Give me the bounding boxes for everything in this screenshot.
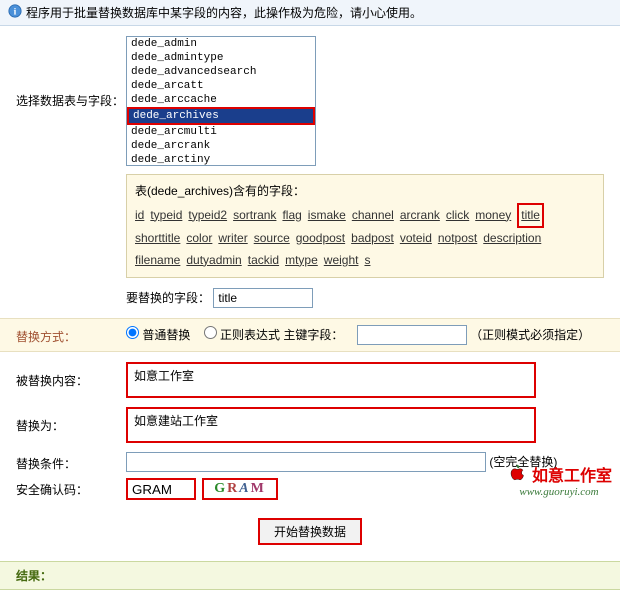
result-label: 结果： <box>0 561 620 590</box>
field-link[interactable]: description <box>483 228 541 250</box>
submit-button[interactable]: 开始替换数据 <box>258 518 362 545</box>
warning-text: 程序用于批量替换数据库中某字段的内容，此操作极为危险，请小心使用。 <box>26 4 422 21</box>
table-option[interactable]: dede_arcmulti <box>127 125 315 139</box>
field-link[interactable]: badpost <box>351 228 394 250</box>
apple-icon <box>506 461 528 486</box>
content-from-input[interactable] <box>126 362 536 398</box>
table-option[interactable]: dede_archives <box>127 107 315 125</box>
pk-field-input[interactable] <box>357 325 467 345</box>
field-link[interactable]: typeid2 <box>188 205 227 227</box>
label-select-table: 选择数据表与字段： <box>16 36 126 109</box>
field-link[interactable]: flag <box>282 205 301 227</box>
field-link[interactable]: s <box>364 250 370 272</box>
field-link[interactable]: voteid <box>400 228 432 250</box>
field-input[interactable] <box>213 288 313 308</box>
field-link[interactable]: sortrank <box>233 205 276 227</box>
field-link[interactable]: filename <box>135 250 180 272</box>
table-select[interactable]: dede_admindede_admintypedede_advancedsea… <box>126 36 316 166</box>
content-to-input[interactable] <box>126 407 536 443</box>
info-icon: i <box>8 4 22 21</box>
field-link[interactable]: goodpost <box>296 228 345 250</box>
field-link[interactable]: channel <box>352 205 394 227</box>
watermark-url: www.guoruyi.com <box>506 486 612 498</box>
field-link[interactable]: money <box>475 205 511 227</box>
field-link[interactable]: dutyadmin <box>186 250 241 272</box>
label-replace-method: 替换方式： <box>16 325 126 345</box>
table-option[interactable]: dede_admin <box>127 37 315 51</box>
field-link[interactable]: click <box>446 205 469 227</box>
field-link[interactable]: mtype <box>285 250 318 272</box>
condition-input[interactable] <box>126 452 486 472</box>
field-link[interactable]: ismake <box>308 205 346 227</box>
field-link[interactable]: weight <box>324 250 359 272</box>
field-link[interactable]: title <box>517 203 544 229</box>
radio-normal[interactable]: 普通替换 <box>126 328 190 342</box>
captcha-image[interactable]: GRAM <box>202 478 278 500</box>
label-replace-to: 替换为： <box>16 407 126 434</box>
field-link[interactable]: color <box>186 228 212 250</box>
table-option[interactable]: dede_advancedsearch <box>127 65 315 79</box>
table-option[interactable]: dede_arctiny <box>127 153 315 166</box>
field-link[interactable]: tackid <box>248 250 279 272</box>
table-option[interactable]: dede_arcatt <box>127 79 315 93</box>
table-option[interactable]: dede_admintype <box>127 51 315 65</box>
captcha-input[interactable] <box>126 478 196 500</box>
table-option[interactable]: dede_arccache <box>127 93 315 107</box>
table-option[interactable]: dede_arcrank <box>127 139 315 153</box>
label-condition: 替换条件： <box>16 452 126 472</box>
field-link[interactable]: source <box>254 228 290 250</box>
field-link[interactable]: arcrank <box>400 205 440 227</box>
fields-list: id typeid typeid2 sortrank flag ismake channel… <box>135 208 550 267</box>
label-captcha: 安全确认码： <box>16 478 126 498</box>
field-link[interactable]: id <box>135 205 144 227</box>
regex-note: （正则模式必须指定） <box>470 328 590 342</box>
label-field-to-replace: 要替换的字段： <box>126 291 210 305</box>
field-link[interactable]: writer <box>218 228 247 250</box>
field-link[interactable]: notpost <box>438 228 477 250</box>
svg-text:i: i <box>14 7 17 18</box>
radio-regex[interactable]: 正则表达式 主键字段： <box>204 328 344 342</box>
field-link[interactable]: typeid <box>150 205 182 227</box>
field-link[interactable]: shorttitle <box>135 228 180 250</box>
label-replaced-content: 被替换内容： <box>16 362 126 389</box>
watermark: 如意工作室 www.guoruyi.com <box>506 461 612 498</box>
fields-header: 表(dede_archives)含有的字段： <box>135 184 305 198</box>
watermark-studio: 如意工作室 <box>532 462 612 486</box>
